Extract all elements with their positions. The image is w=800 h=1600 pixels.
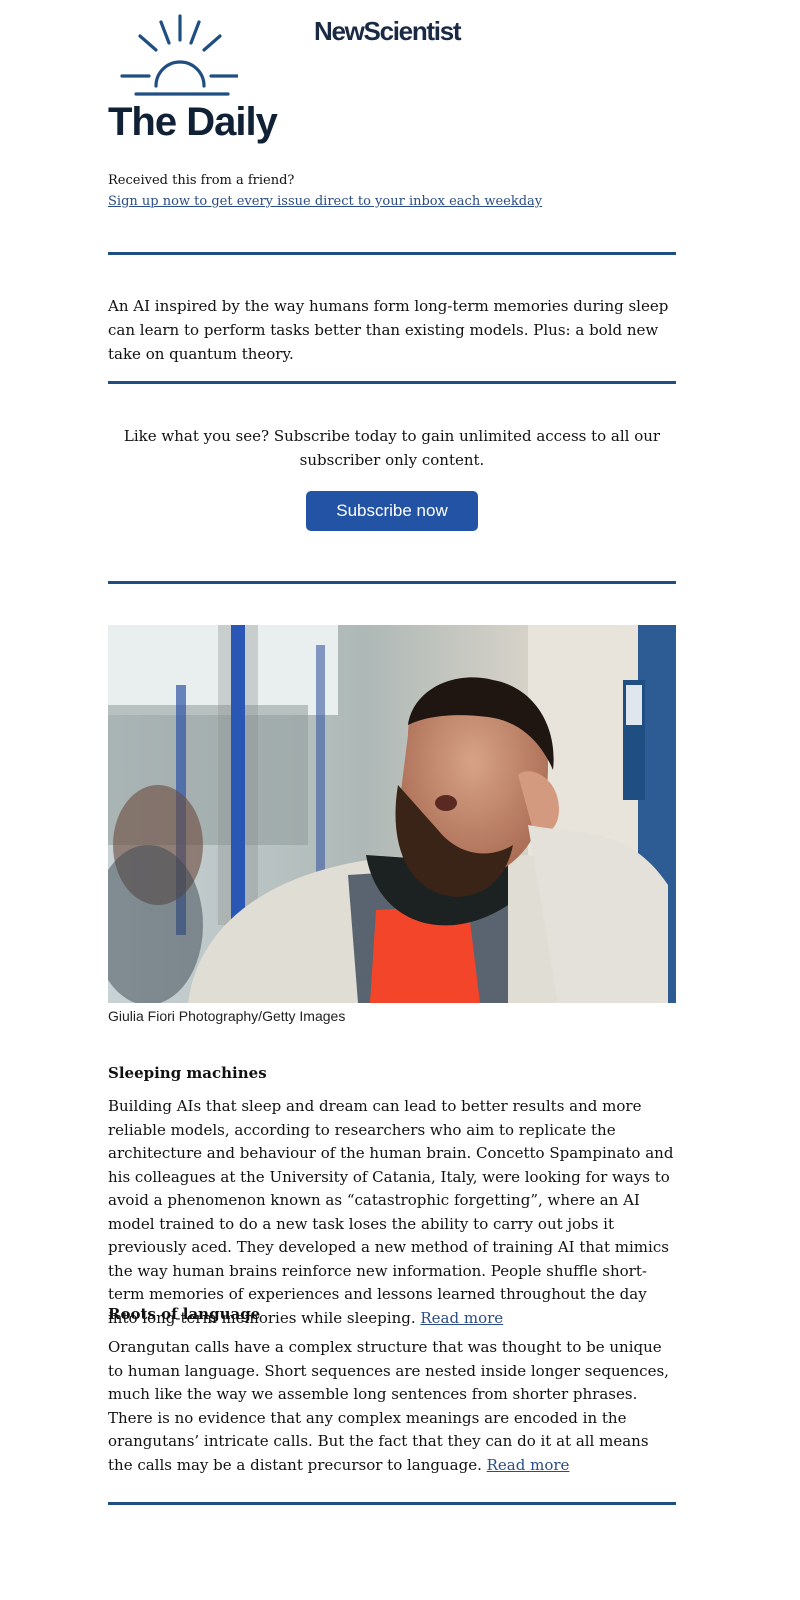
divider bbox=[108, 581, 676, 584]
newscientist-logo[interactable]: NewScientist bbox=[314, 16, 462, 47]
article-text: Building AIs that sleep and dream can le… bbox=[108, 1097, 674, 1327]
friend-text: Received this from a friend? bbox=[108, 173, 295, 188]
divider bbox=[108, 381, 676, 384]
divider bbox=[108, 1502, 676, 1505]
article-heading: Sleeping machines bbox=[108, 1064, 267, 1082]
article-heading: Roots of language bbox=[108, 1305, 261, 1323]
signup-link[interactable]: Sign up now to get every issue direct to… bbox=[108, 194, 542, 209]
read-more-link[interactable]: Read more bbox=[487, 1456, 570, 1474]
divider bbox=[108, 252, 676, 255]
subscribe-promo-text: Like what you see? Subscribe today to ga… bbox=[123, 427, 661, 469]
intro-text: An AI inspired by the way humans form lo… bbox=[108, 297, 669, 363]
article-body: Orangutan calls have a complex structure… bbox=[108, 1336, 676, 1477]
sunrise-icon bbox=[120, 14, 238, 96]
photo-credit: Giulia Fiori Photography/Getty Images bbox=[108, 1008, 346, 1024]
newsletter-title: The Daily bbox=[108, 100, 278, 144]
read-more-link[interactable]: Read more bbox=[420, 1309, 503, 1327]
sleeping-man-image bbox=[108, 625, 676, 1003]
newsletter-header: NewScientist The Daily Received this fro… bbox=[108, 0, 676, 220]
article-text: Orangutan calls have a complex structure… bbox=[108, 1338, 669, 1474]
article-photo[interactable] bbox=[108, 625, 676, 1003]
subscribe-button[interactable]: Subscribe now bbox=[306, 491, 478, 531]
article-body: Building AIs that sleep and dream can le… bbox=[108, 1095, 676, 1330]
